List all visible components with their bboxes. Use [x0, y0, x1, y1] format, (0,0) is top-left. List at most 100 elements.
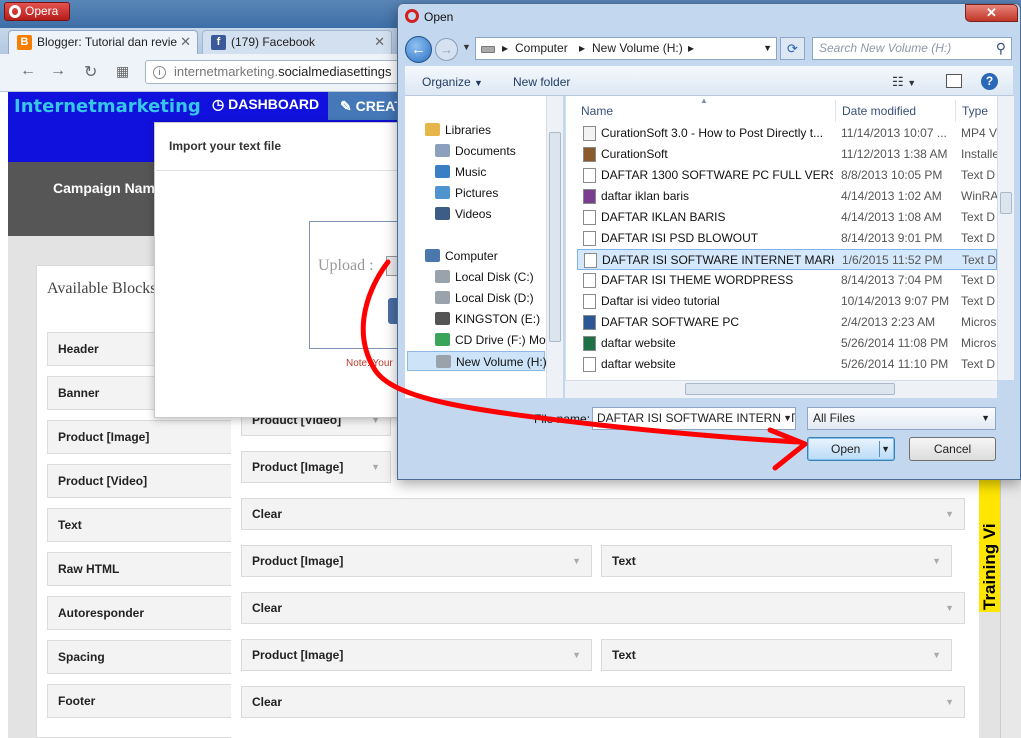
- template-slot[interactable]: Clear ▼: [241, 592, 965, 624]
- column-header-date[interactable]: Date modified: [842, 100, 916, 122]
- organize-button[interactable]: Organize ▼: [422, 75, 483, 89]
- close-tab-icon[interactable]: ✕: [374, 31, 385, 53]
- block-item[interactable]: Spacing: [47, 640, 233, 674]
- search-input[interactable]: Search New Volume (H:) ⚲: [812, 37, 1012, 60]
- file-row[interactable]: CurationSoft 3.0 - How to Post Directly …: [577, 123, 997, 144]
- open-button[interactable]: Open ▼: [807, 437, 895, 461]
- breadcrumb-chevron-icon[interactable]: ▸: [579, 38, 585, 59]
- file-type-select[interactable]: All Files ▼: [807, 407, 996, 430]
- forward-button[interactable]: →: [435, 38, 458, 61]
- nav-item[interactable]: Music: [435, 162, 487, 182]
- page-scrollbar[interactable]: [1000, 478, 1021, 738]
- address-bar[interactable]: i internetmarketing.socialmediasettings: [145, 60, 405, 84]
- refresh-button[interactable]: ⟳: [780, 37, 805, 60]
- change-view-button[interactable]: ☷ ▼: [892, 74, 916, 90]
- file-row[interactable]: DAFTAR SOFTWARE PC 2/4/2013 2:23 AM Micros: [577, 312, 997, 333]
- breadcrumb-chevron-icon[interactable]: ▸: [502, 38, 508, 59]
- file-list-horizontal-scrollbar[interactable]: [565, 380, 997, 398]
- nav-item[interactable]: New Volume (H:): [407, 351, 547, 371]
- column-header-type[interactable]: Type: [962, 100, 988, 122]
- block-item[interactable]: Raw HTML: [47, 552, 233, 586]
- scroll-thumb[interactable]: [685, 383, 895, 395]
- scroll-thumb[interactable]: [549, 132, 561, 342]
- tab-blogger[interactable]: B Blogger: Tutorial dan revie ✕: [8, 30, 198, 54]
- nav-item[interactable]: Libraries: [425, 120, 491, 140]
- file-row[interactable]: DAFTAR IKLAN BARIS 4/14/2013 1:08 AM Text …: [577, 207, 997, 228]
- back-arrow-icon[interactable]: ←: [20, 62, 36, 80]
- site-info-icon[interactable]: i: [153, 66, 166, 79]
- chevron-down-icon[interactable]: ▼: [780, 408, 792, 429]
- column-separator[interactable]: [955, 100, 956, 122]
- chevron-down-icon[interactable]: ▼: [945, 499, 954, 529]
- file-row[interactable]: Daftar isi video tutorial 10/14/2013 9:07…: [577, 291, 997, 312]
- file-row[interactable]: DAFTAR ISI THEME WORDPRESS 8/14/2013 7:04…: [577, 270, 997, 291]
- chevron-down-icon[interactable]: ▼: [945, 593, 954, 623]
- close-tab-icon[interactable]: ✕: [178, 31, 191, 53]
- nav-create[interactable]: ✎ CREAT: [328, 92, 408, 120]
- file-row[interactable]: DAFTAR ISI SOFTWARE INTERNET MARK... 1/6/…: [577, 249, 997, 270]
- nav-item[interactable]: CD Drive (F:) Mol: [435, 330, 548, 350]
- scroll-thumb[interactable]: [1000, 192, 1012, 214]
- search-placeholder: Search New Volume (H:): [819, 41, 952, 55]
- block-item[interactable]: Autoresponder: [47, 596, 233, 630]
- navigation-scrollbar[interactable]: [546, 96, 563, 398]
- cancel-button[interactable]: Cancel: [909, 437, 996, 461]
- block-item[interactable]: Product [Image]: [47, 420, 233, 454]
- nav-item[interactable]: Local Disk (C:): [435, 267, 534, 287]
- breadcrumb-volume[interactable]: New Volume (H:): [592, 38, 683, 59]
- breadcrumb[interactable]: ▸ Computer ▸ New Volume (H:) ▸ ▼: [475, 37, 777, 60]
- file-name-input[interactable]: DAFTAR ISI SOFTWARE INTERNET ▼: [592, 407, 796, 430]
- nav-item[interactable]: KINGSTON (E:): [435, 309, 540, 329]
- nav-dashboard[interactable]: ◷ DASHBOARD: [212, 96, 319, 113]
- template-slot[interactable]: Text ▼: [601, 545, 952, 577]
- file-row[interactable]: DAFTAR 1300 SOFTWARE PC FULL VERSI... 8/8…: [577, 165, 997, 186]
- template-slot[interactable]: Product [Image] ▼: [241, 639, 592, 671]
- chevron-down-icon[interactable]: ▼: [932, 640, 941, 670]
- nav-item[interactable]: Local Disk (D:): [435, 288, 534, 308]
- template-slot[interactable]: Clear ▼: [241, 686, 965, 718]
- speed-dial-grid-icon[interactable]: ▦: [116, 63, 129, 80]
- block-item[interactable]: Text: [47, 508, 233, 542]
- back-button[interactable]: ←: [405, 36, 432, 63]
- block-item[interactable]: Footer: [47, 684, 233, 718]
- column-separator[interactable]: [835, 100, 836, 122]
- chevron-down-icon[interactable]: ▼: [572, 546, 581, 576]
- file-row[interactable]: daftar website 5/26/2014 11:08 PM Micros: [577, 333, 997, 354]
- chevron-down-icon[interactable]: ▼: [763, 38, 772, 59]
- search-icon[interactable]: ⚲: [996, 38, 1006, 59]
- new-folder-button[interactable]: New folder: [513, 75, 570, 89]
- template-slot[interactable]: Product [Image] ▼: [241, 451, 391, 483]
- file-row[interactable]: daftar website 5/26/2014 11:10 PM Text D: [577, 354, 997, 375]
- file-list-vertical-scrollbar[interactable]: [997, 96, 1014, 380]
- site-brand[interactable]: Internetmarketing: [14, 96, 201, 117]
- tab-facebook[interactable]: f (179) Facebook ✕: [202, 30, 392, 54]
- chevron-down-icon[interactable]: ▼: [932, 546, 941, 576]
- breadcrumb-computer[interactable]: Computer: [515, 38, 568, 59]
- nav-item[interactable]: Pictures: [435, 183, 498, 203]
- breadcrumb-chevron-icon[interactable]: ▸: [688, 38, 694, 59]
- preview-pane-icon[interactable]: [946, 74, 962, 88]
- chevron-down-icon[interactable]: ▼: [881, 438, 890, 460]
- nav-item-label: Music: [455, 165, 487, 179]
- template-slot[interactable]: Text ▼: [601, 639, 952, 671]
- column-header-name[interactable]: Name: [581, 100, 613, 122]
- block-item[interactable]: Product [Video]: [47, 464, 233, 498]
- template-slot[interactable]: Product [Image] ▼: [241, 545, 592, 577]
- chevron-down-icon[interactable]: ▼: [945, 687, 954, 717]
- chevron-down-icon[interactable]: ▼: [371, 452, 380, 482]
- forward-arrow-icon[interactable]: →: [50, 62, 66, 80]
- file-date: 5/26/2014 11:10 PM: [841, 357, 949, 371]
- nav-item[interactable]: Computer: [425, 246, 498, 266]
- file-row[interactable]: daftar iklan baris 4/14/2013 1:02 AM WinRA: [577, 186, 997, 207]
- help-icon[interactable]: ?: [981, 73, 998, 90]
- file-row[interactable]: CurationSoft 11/12/2013 1:38 AM Installe: [577, 144, 997, 165]
- file-row[interactable]: DAFTAR ISI PSD BLOWOUT 8/14/2013 9:01 PM T…: [577, 228, 997, 249]
- nav-item[interactable]: Videos: [435, 204, 491, 224]
- nav-item[interactable]: Documents: [435, 141, 516, 161]
- reload-icon[interactable]: ↻: [84, 62, 97, 82]
- opera-menu-button[interactable]: Opera: [4, 2, 70, 21]
- template-slot[interactable]: Clear ▼: [241, 498, 965, 530]
- close-icon[interactable]: ✕: [965, 4, 1018, 22]
- recent-locations-chevron-down-icon[interactable]: ▼: [462, 42, 471, 52]
- chevron-down-icon[interactable]: ▼: [572, 640, 581, 670]
